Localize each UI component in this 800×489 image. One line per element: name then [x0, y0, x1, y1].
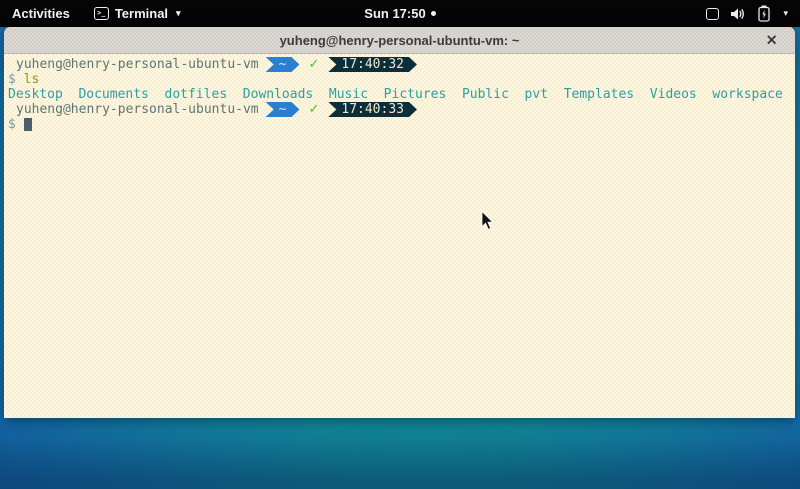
close-button[interactable]: ×	[761, 31, 782, 50]
prompt-user-host: yuheng@henry-personal-ubuntu-vm	[16, 57, 259, 72]
terminal-app-icon: >_	[94, 7, 109, 20]
window-titlebar[interactable]: yuheng@henry-personal-ubuntu-vm: ~ ×	[4, 27, 795, 54]
command-line-1: $ ls	[8, 72, 795, 87]
chevron-down-icon: ▾	[176, 9, 181, 18]
notification-dot-icon	[431, 11, 436, 16]
chevron-down-icon: ▾	[783, 9, 788, 18]
ls-output: Desktop Documents dotfiles Downloads Mus…	[8, 87, 795, 102]
volume-icon	[730, 7, 747, 21]
clock-button[interactable]: Sun 17:50	[354, 0, 445, 27]
battery-charging-icon	[758, 5, 770, 22]
prompt-line-2: yuheng@henry-personal-ubuntu-vm ~ ✓ 17:4…	[8, 102, 795, 117]
command-line-2: $	[8, 117, 795, 132]
system-tray[interactable]: ▾	[694, 0, 800, 27]
top-bar-left: Activities >_ Terminal ▾	[0, 0, 193, 27]
powerline-path-segment: ~	[266, 102, 300, 117]
activities-button[interactable]: Activities	[0, 0, 82, 27]
command-text: ls	[24, 72, 40, 87]
screen-icon	[706, 8, 719, 20]
top-bar: Activities >_ Terminal ▾ Sun 17:50	[0, 0, 800, 27]
app-menu-terminal[interactable]: >_ Terminal ▾	[82, 0, 193, 27]
powerline-path-segment: ~	[266, 57, 300, 72]
status-check-icon: ✓	[308, 57, 319, 72]
prompt-dollar: $	[8, 72, 16, 87]
terminal-window: yuheng@henry-personal-ubuntu-vm: ~ × yuh…	[3, 27, 796, 418]
window-title: yuheng@henry-personal-ubuntu-vm: ~	[280, 33, 520, 48]
terminal-cursor	[24, 118, 32, 131]
prompt-user-host: yuheng@henry-personal-ubuntu-vm	[16, 102, 259, 117]
prompt-dollar: $	[8, 117, 16, 132]
screen: Activities >_ Terminal ▾ Sun 17:50	[0, 0, 800, 489]
terminal-content[interactable]: yuheng@henry-personal-ubuntu-vm ~ ✓ 17:4…	[4, 54, 795, 418]
powerline-time-segment: 17:40:33	[328, 102, 417, 117]
clock-label: Sun 17:50	[364, 6, 425, 21]
powerline-time-segment: 17:40:32	[328, 57, 417, 72]
status-check-icon: ✓	[308, 102, 319, 117]
app-menu-label: Terminal	[115, 6, 168, 21]
prompt-line-1: yuheng@henry-personal-ubuntu-vm ~ ✓ 17:4…	[8, 57, 795, 72]
